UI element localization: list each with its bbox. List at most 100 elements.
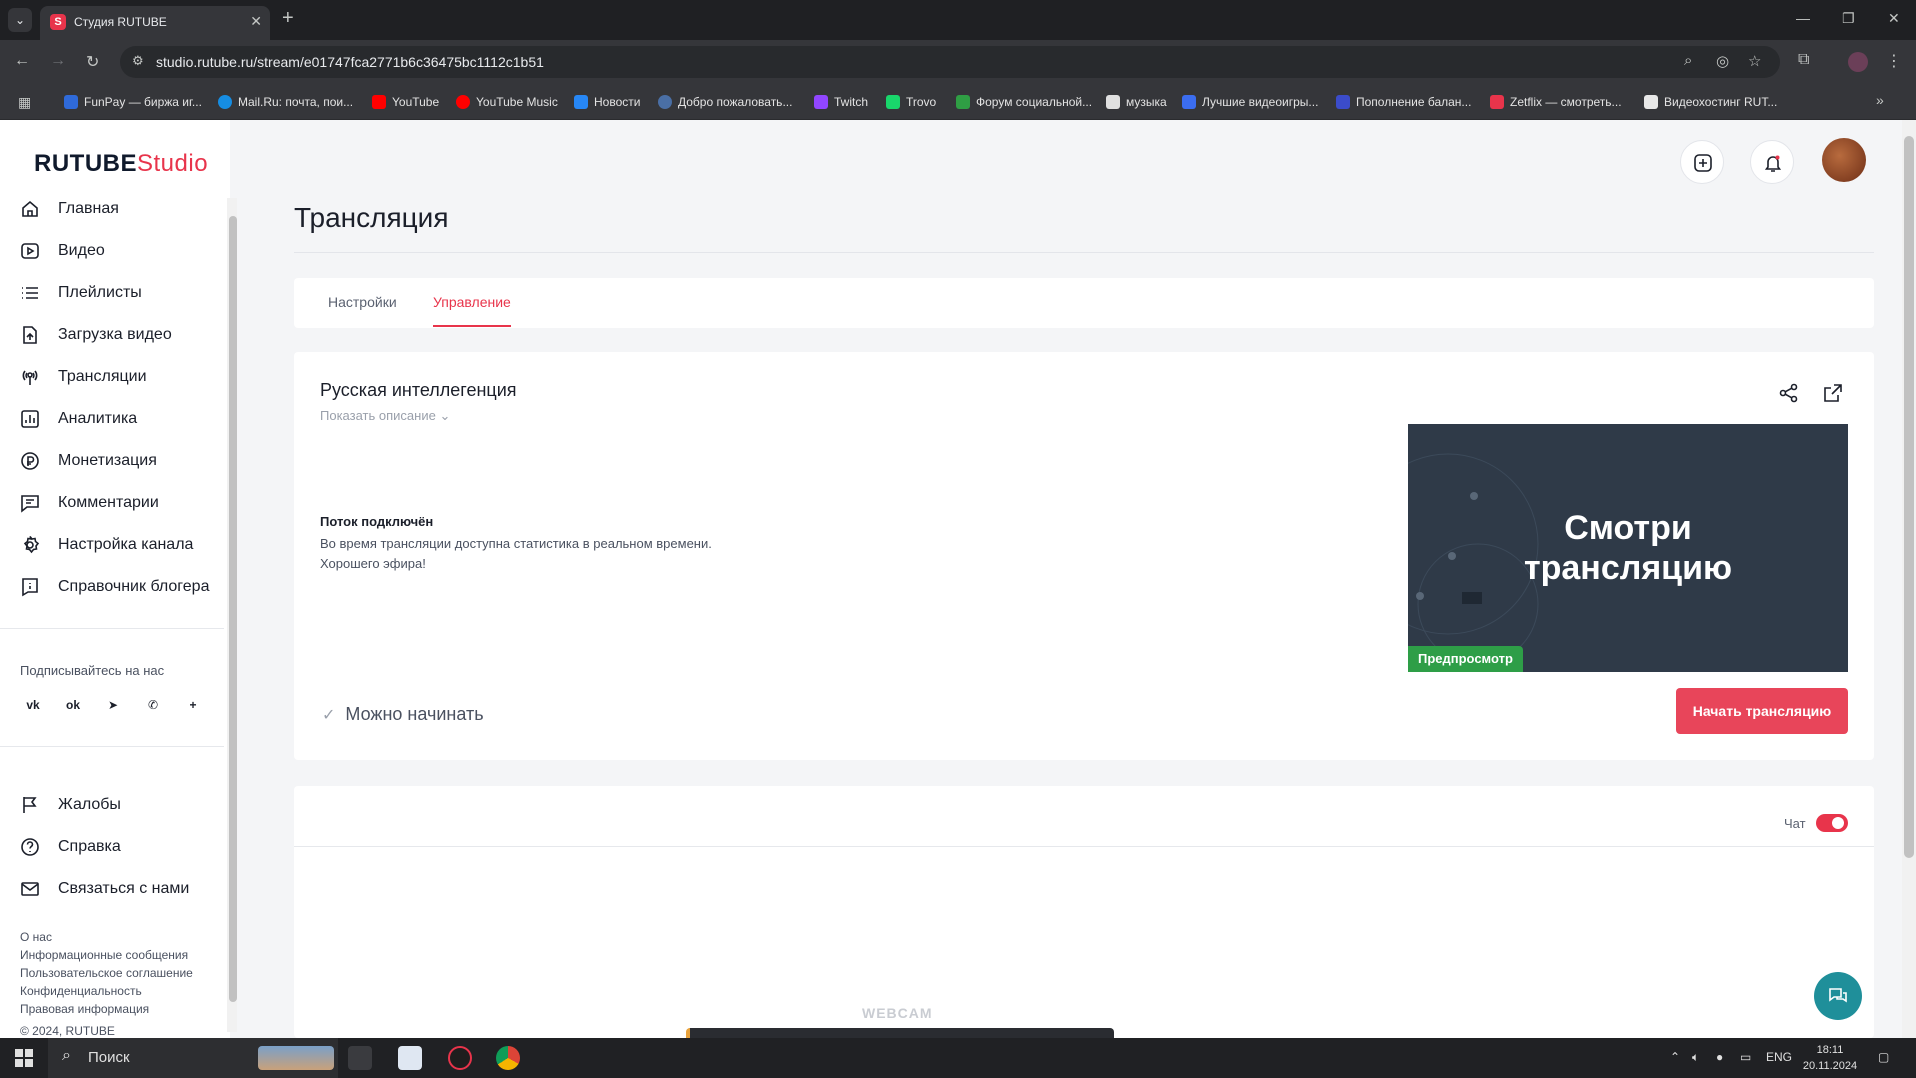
forum-icon bbox=[956, 95, 970, 109]
chat-toggle-knob[interactable] bbox=[1832, 817, 1844, 829]
upload-icon bbox=[20, 325, 40, 345]
viber-icon[interactable]: ✆ bbox=[140, 692, 166, 718]
tray-chevron-icon[interactable]: ⌃ bbox=[1670, 1050, 1680, 1064]
sidebar-item-monetization[interactable]: Монетизация bbox=[20, 444, 220, 478]
bookmark-item[interactable]: Форум социальной... bbox=[956, 92, 1092, 112]
sidebar-item-help[interactable]: Справка bbox=[20, 830, 220, 864]
restore-icon[interactable]: ❐ bbox=[1842, 10, 1855, 27]
support-chat-button[interactable] bbox=[1814, 972, 1862, 1020]
bookmark-item[interactable]: Trovo bbox=[886, 92, 936, 112]
more-social-icon[interactable]: + bbox=[180, 692, 206, 718]
notification-center-icon[interactable]: ▢ bbox=[1878, 1050, 1889, 1064]
page-scroll-thumb[interactable] bbox=[1904, 136, 1914, 858]
zoom-icon[interactable]: ⌕ bbox=[1684, 52, 1692, 69]
footer-link-info[interactable]: Информационные сообщения bbox=[20, 948, 188, 962]
browser-profile-avatar[interactable] bbox=[1848, 52, 1868, 72]
stream-preview[interactable]: Смотри трансляцию Предпросмотр bbox=[1408, 424, 1848, 672]
close-tab-icon[interactable]: ✕ bbox=[250, 13, 262, 30]
bookmark-item[interactable]: Пополнение балан... bbox=[1336, 92, 1471, 112]
info-icon bbox=[20, 577, 40, 597]
task-view-icon[interactable] bbox=[348, 1046, 372, 1070]
sidebar-item-comments[interactable]: Комментарии bbox=[20, 486, 220, 520]
sidebar-item-home[interactable]: Главная bbox=[20, 192, 220, 226]
tab-list-button[interactable]: ⌄ bbox=[8, 8, 32, 32]
tab-settings[interactable]: Настройки bbox=[328, 294, 397, 310]
chat-card: Чат bbox=[294, 786, 1874, 1038]
address-bar[interactable]: ⚙ studio.rutube.ru/stream/e01747fca2771b… bbox=[120, 46, 1780, 78]
forward-icon[interactable]: → bbox=[50, 52, 66, 70]
vk-icon bbox=[574, 95, 588, 109]
close-window-icon[interactable]: ✕ bbox=[1888, 10, 1900, 27]
back-icon[interactable]: ← bbox=[14, 52, 30, 70]
footer-link-about[interactable]: О нас bbox=[20, 930, 52, 944]
sidebar-item-broadcasts[interactable]: Трансляции bbox=[20, 360, 220, 394]
reload-icon[interactable]: ↻ bbox=[86, 52, 99, 72]
steam-icon bbox=[658, 95, 672, 109]
network-icon[interactable]: ▭ bbox=[1740, 1050, 1751, 1064]
bookmark-item[interactable]: Новости bbox=[574, 92, 640, 112]
site-info-icon[interactable]: ⚙ bbox=[132, 53, 150, 71]
video-icon bbox=[20, 241, 40, 261]
extensions-icon[interactable]: ⧉ bbox=[1798, 51, 1809, 69]
bookmark-item[interactable]: Видеохостинг RUT... bbox=[1644, 92, 1777, 112]
footer-link-privacy[interactable]: Конфиденциальность bbox=[20, 984, 142, 998]
games-icon bbox=[1182, 95, 1196, 109]
ok-icon[interactable]: ok bbox=[60, 692, 86, 718]
bookmark-item[interactable]: YouTube Music bbox=[456, 92, 558, 112]
bookmark-item[interactable]: FunPay — биржа иг... bbox=[64, 92, 202, 112]
language-indicator[interactable]: ENG bbox=[1766, 1050, 1792, 1064]
sidebar-item-contact[interactable]: Связаться с нами bbox=[20, 872, 220, 906]
bookmark-item[interactable]: музыка bbox=[1106, 92, 1167, 112]
obs-icon[interactable] bbox=[448, 1046, 472, 1070]
footer-link-terms[interactable]: Пользовательское соглашение bbox=[20, 966, 193, 980]
app-icon[interactable] bbox=[398, 1046, 422, 1070]
telegram-icon[interactable]: ➤ bbox=[100, 692, 126, 718]
bookmark-item[interactable]: YouTube bbox=[372, 92, 439, 112]
studio-app: RUTUBEStudio Главная Видео Плейлисты Заг… bbox=[0, 120, 1916, 1038]
sidebar-divider bbox=[0, 628, 224, 629]
sidebar-item-analytics[interactable]: Аналитика bbox=[20, 402, 220, 436]
youtube-music-icon bbox=[456, 95, 470, 109]
sidebar-item-blogger-guide[interactable]: Справочник блогера bbox=[20, 570, 220, 604]
sidebar-item-upload[interactable]: Загрузка видео bbox=[20, 318, 220, 352]
chrome-icon[interactable] bbox=[496, 1046, 520, 1070]
help-icon bbox=[20, 837, 40, 857]
bookmark-item[interactable]: Zetflix — смотреть... bbox=[1490, 92, 1622, 112]
show-description-toggle[interactable]: Показать описание ⌄ bbox=[320, 408, 450, 424]
title-divider bbox=[294, 252, 1874, 253]
bookmark-item[interactable]: Добро пожаловать... bbox=[658, 92, 792, 112]
sidebar-scroll-thumb[interactable] bbox=[229, 216, 237, 1002]
footer-link-legal[interactable]: Правовая информация bbox=[20, 1002, 149, 1016]
url-text[interactable]: studio.rutube.ru/stream/e01747fca2771b6c… bbox=[156, 54, 544, 70]
tab-management[interactable]: Управление bbox=[433, 294, 511, 310]
rutube-studio-logo[interactable]: RUTUBEStudio bbox=[34, 150, 208, 178]
bookmark-item[interactable]: Лучшие видеоигры... bbox=[1182, 92, 1318, 112]
minimize-icon[interactable]: — bbox=[1796, 10, 1810, 26]
browser-menu-icon[interactable]: ⋮ bbox=[1886, 51, 1902, 71]
microphone-icon[interactable]: ● bbox=[1716, 1050, 1723, 1064]
browser-tab-active[interactable]: S Студия RUTUBE ✕ bbox=[40, 6, 270, 40]
bookmark-item[interactable]: Mail.Ru: почта, пои... bbox=[218, 92, 353, 112]
browser-tab-bar: ⌄ S Студия RUTUBE ✕ + — ❐ ✕ bbox=[0, 0, 1916, 40]
sidebar-item-playlists[interactable]: Плейлисты bbox=[20, 276, 220, 310]
apps-grid-icon[interactable]: ▦ bbox=[18, 94, 34, 110]
bookmark-item[interactable]: Twitch bbox=[814, 92, 868, 112]
windows-start-icon[interactable] bbox=[14, 1048, 34, 1068]
search-highlight-image bbox=[258, 1046, 334, 1070]
sidebar-item-channel-settings[interactable]: Настройка канала bbox=[20, 528, 220, 562]
tracking-off-icon[interactable]: ◎ bbox=[1716, 52, 1729, 70]
start-stream-button[interactable]: Начать трансляцию bbox=[1676, 688, 1848, 734]
vk-icon[interactable]: vk bbox=[20, 692, 46, 718]
new-tab-button[interactable]: + bbox=[282, 8, 294, 28]
stream-status-title: Поток подключён bbox=[320, 514, 434, 529]
ruble-icon bbox=[20, 451, 40, 471]
volume-icon[interactable]: 🔈︎ bbox=[1692, 1050, 1699, 1065]
bookmark-star-icon[interactable]: ☆ bbox=[1748, 52, 1761, 70]
clock[interactable]: 18:11 20.11.2024 bbox=[1800, 1042, 1860, 1074]
more-bookmarks-icon[interactable]: » bbox=[1876, 92, 1884, 108]
chat-label: Чат bbox=[1784, 816, 1806, 831]
share-icon[interactable] bbox=[1778, 382, 1800, 404]
external-link-icon[interactable] bbox=[1822, 382, 1844, 404]
sidebar-item-video[interactable]: Видео bbox=[20, 234, 220, 268]
sidebar-item-complaints[interactable]: Жалобы bbox=[20, 788, 220, 822]
